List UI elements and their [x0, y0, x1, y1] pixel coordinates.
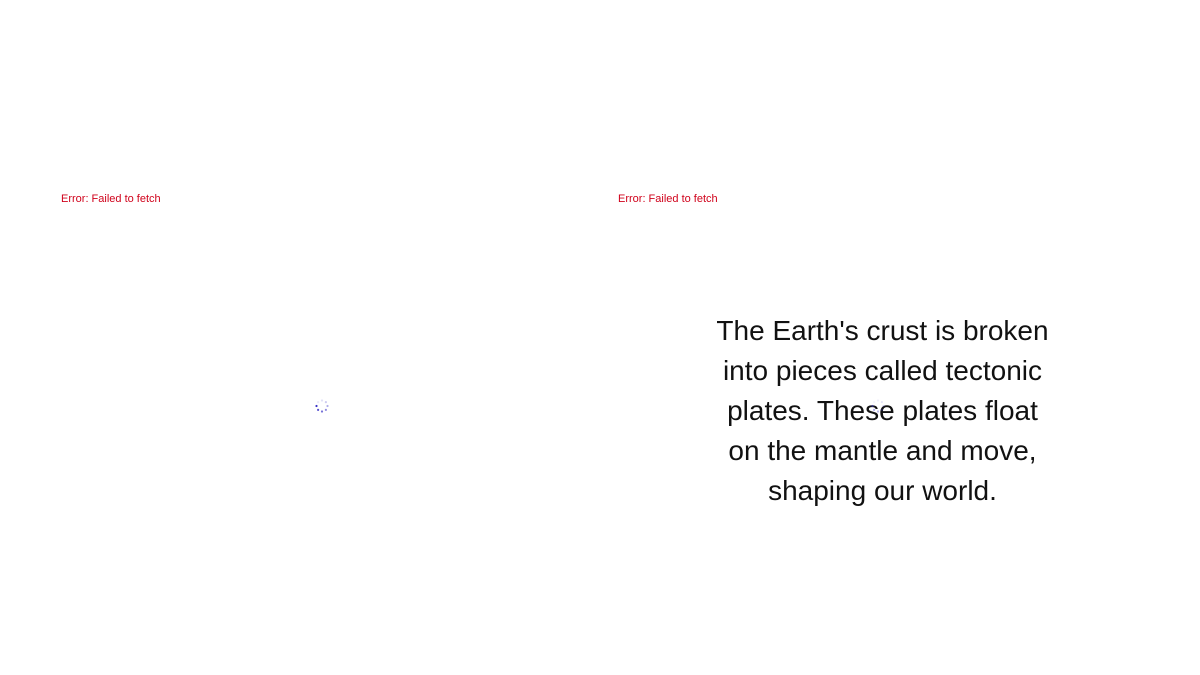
right-pane: Error: Failed to fetch The Earth's crust…	[600, 0, 1200, 675]
error-message: Error: Failed to fetch	[61, 193, 161, 205]
loading-spinner-icon	[315, 399, 329, 413]
loading-spinner-icon	[871, 399, 885, 413]
error-message: Error: Failed to fetch	[618, 193, 718, 205]
left-pane: Error: Failed to fetch	[0, 0, 600, 675]
